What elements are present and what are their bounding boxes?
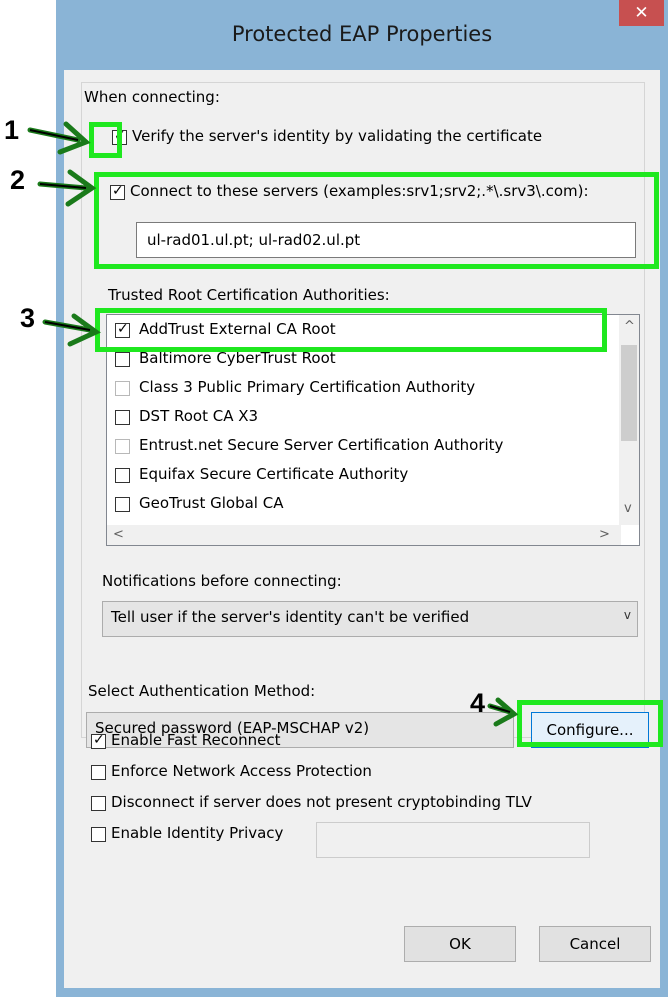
- annotation-arrows: [27, 121, 519, 727]
